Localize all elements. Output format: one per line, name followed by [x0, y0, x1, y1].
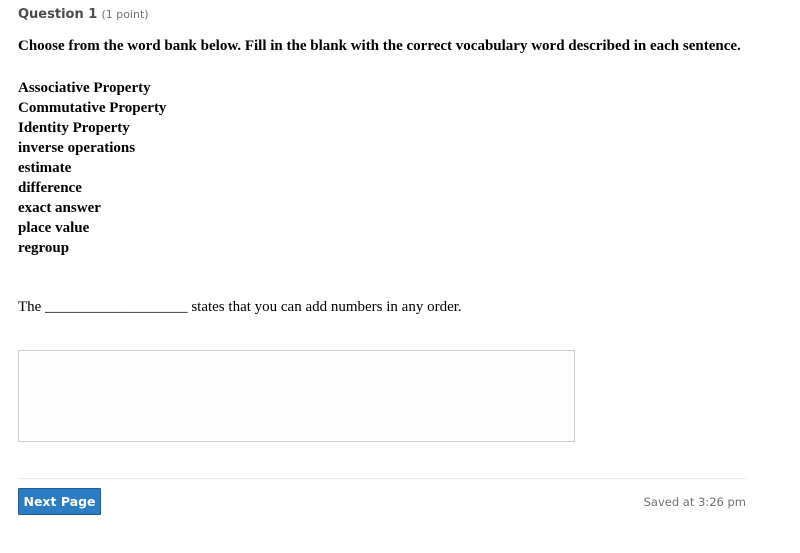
- word-bank-item: estimate: [18, 160, 72, 176]
- word-bank-item: regroup: [18, 240, 70, 256]
- question-points: (1 point): [101, 8, 149, 21]
- word-bank-item: exact answer: [18, 200, 101, 216]
- saved-status: Saved at 3:26 pm: [643, 495, 746, 509]
- question-prompt: The ___________________ states that you …: [18, 299, 462, 315]
- word-bank-item: Associative Property: [18, 80, 151, 96]
- word-bank-item: place value: [18, 220, 90, 236]
- word-bank: Associative Property Commutative Propert…: [18, 78, 166, 258]
- answer-input[interactable]: [18, 350, 575, 442]
- next-page-button[interactable]: Next Page: [18, 488, 101, 515]
- word-bank-item: inverse operations: [18, 140, 136, 156]
- word-bank-item: Identity Property: [18, 120, 130, 136]
- word-bank-item: difference: [18, 180, 82, 196]
- question-title: Question 1: [18, 7, 98, 22]
- footer-divider: [18, 478, 746, 479]
- word-bank-item: Commutative Property: [18, 100, 167, 116]
- question-header: Question 1 (1 point): [18, 7, 149, 22]
- question-instructions: Choose from the word bank below. Fill in…: [18, 38, 741, 54]
